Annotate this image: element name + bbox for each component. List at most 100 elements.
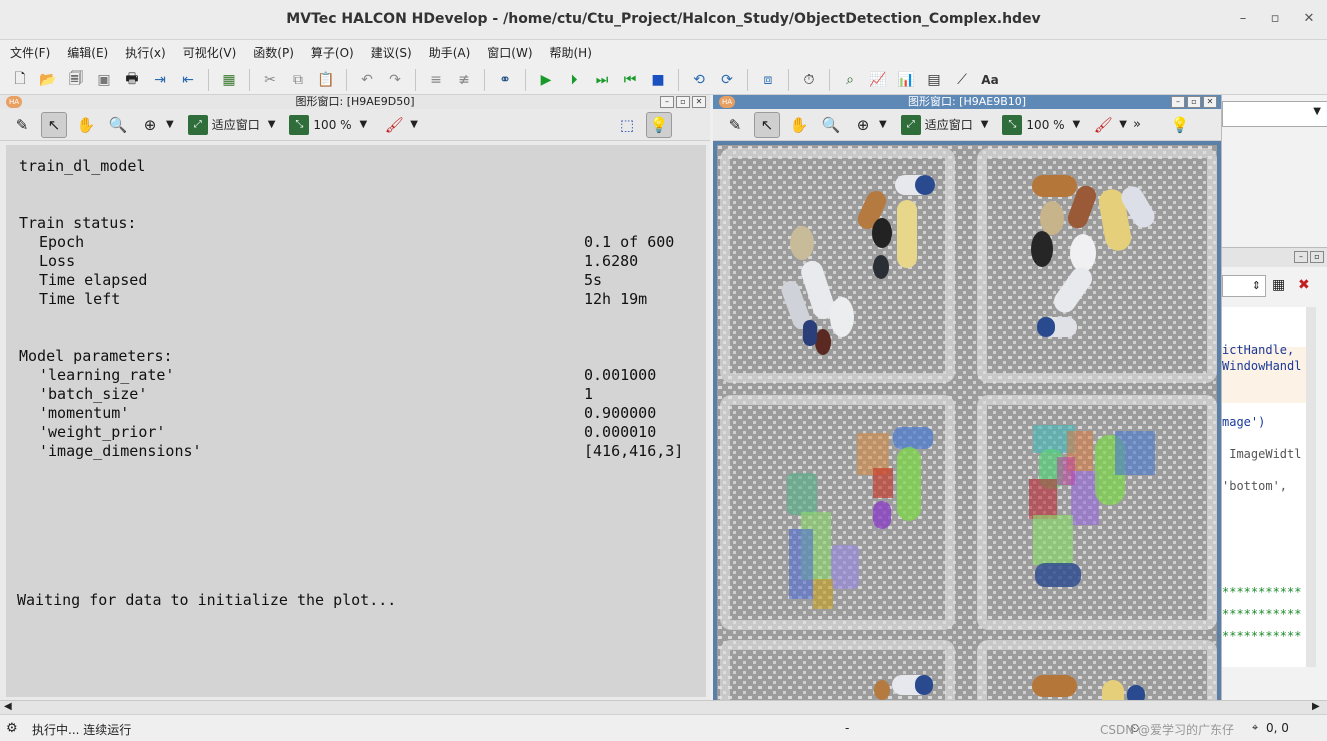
- edit-graphics-icon[interactable]: ✎: [9, 112, 35, 138]
- graphics-toolbar-right: ✎ ↖ ✋ 🔍 ⊕ ▼ ⤢ 适应窗口 ▼ ⤡ 100 % ▼ 🖌 ▼ » 💡: [713, 109, 1221, 141]
- run-icon[interactable]: ▶: [535, 69, 557, 91]
- cursor-icon: ⌖: [1252, 721, 1259, 734]
- cut-icon[interactable]: ✂: [259, 69, 281, 91]
- calendar-icon[interactable]: ▦: [1272, 277, 1285, 293]
- paste-icon[interactable]: 📋: [315, 69, 337, 91]
- scroll-right-icon[interactable]: ▶: [1312, 701, 1320, 712]
- menu-assistants[interactable]: 助手(A): [429, 44, 471, 61]
- menu-window[interactable]: 窗口(W): [487, 44, 532, 61]
- import-icon[interactable]: ⇤: [177, 69, 199, 91]
- magnify-icon[interactable]: 🔍: [105, 112, 131, 138]
- pan-hand-icon[interactable]: ✋: [786, 112, 812, 138]
- param-weight-prior-label: 'weight_prior': [39, 423, 166, 441]
- pointer-icon[interactable]: ↖: [754, 111, 780, 138]
- properties-icon[interactable]: ▦: [218, 69, 240, 91]
- menu-execute[interactable]: 执行(x): [125, 44, 165, 61]
- zoom-icon[interactable]: ⊕: [137, 112, 163, 138]
- lightbulb-icon[interactable]: 💡: [1167, 112, 1193, 138]
- cursor-coords: 0, 0: [1266, 721, 1289, 735]
- reset-program-icon[interactable]: ⟳: [716, 69, 738, 91]
- close-icon[interactable]: ✕: [692, 96, 706, 108]
- menu-edit[interactable]: 编辑(E): [67, 44, 108, 61]
- maximize-icon[interactable]: ▫: [1266, 10, 1284, 28]
- lightbulb-icon[interactable]: 💡: [645, 111, 672, 138]
- open-recent-icon[interactable]: 🗐: [65, 69, 87, 91]
- chevron-down-icon[interactable]: ▼: [166, 119, 174, 130]
- magnify-icon[interactable]: 🔍: [818, 112, 844, 138]
- chevron-down-icon[interactable]: ▼: [410, 119, 418, 130]
- horizontal-scrollbar[interactable]: ◀ ▶: [0, 700, 1327, 714]
- inspect-icon[interactable]: ⌕: [839, 69, 861, 91]
- param-momentum-value: 0.900000: [584, 404, 657, 422]
- minimize-icon[interactable]: –: [660, 96, 674, 108]
- edit-graphics-icon[interactable]: ✎: [722, 112, 748, 138]
- zoom-icon[interactable]: ⊕: [850, 112, 876, 138]
- param-learning-rate-label: 'learning_rate': [39, 366, 175, 384]
- loss-label: Loss: [39, 252, 76, 270]
- toolbar-overflow-icon[interactable]: »: [1133, 117, 1141, 132]
- step-over-icon[interactable]: ⏵: [563, 69, 585, 91]
- minimize-icon[interactable]: –: [1294, 251, 1308, 263]
- menu-visualize[interactable]: 可视化(V): [183, 44, 237, 61]
- step-out-icon[interactable]: ⏮: [619, 69, 641, 91]
- step-into-icon[interactable]: ⏭: [591, 69, 613, 91]
- export-icon[interactable]: ⇥: [149, 69, 171, 91]
- minimize-icon[interactable]: –: [1171, 96, 1185, 108]
- scroll-left-icon[interactable]: ◀: [4, 701, 12, 712]
- zoom-dropdown[interactable]: ⤡ 100 % ▼: [1002, 114, 1080, 135]
- save-icon[interactable]: ▣: [93, 69, 115, 91]
- maximize-icon[interactable]: ▫: [1310, 251, 1324, 263]
- param-weight-prior-value: 0.000010: [584, 423, 657, 441]
- code-view[interactable]: ictHandle, WindowHandl mage') ImageWidtl…: [1222, 307, 1306, 667]
- ocr-icon[interactable]: Aa: [979, 69, 1001, 91]
- copy-icon[interactable]: ⧉: [287, 69, 309, 91]
- editor-scrollbar[interactable]: [1306, 307, 1316, 667]
- code-line: ***********: [1222, 629, 1302, 643]
- menu-operators[interactable]: 算子(O): [311, 44, 354, 61]
- pan-hand-icon[interactable]: ✋: [73, 112, 99, 138]
- graphics-toolbar-left: ✎ ↖ ✋ 🔍 ⊕ ▼ ⤢ 适应窗口 ▼ ⤡ 100 % ▼ 🖌 ▼ ⬚ 💡: [0, 109, 710, 141]
- detection-image[interactable]: [717, 145, 1217, 700]
- comment-icon[interactable]: ≡: [425, 69, 447, 91]
- menu-help[interactable]: 帮助(H): [550, 44, 592, 61]
- print-icon[interactable]: 🖶: [121, 69, 143, 91]
- procedure-combo[interactable]: ⇕: [1222, 275, 1266, 297]
- menu-suggestions[interactable]: 建议(S): [371, 44, 412, 61]
- histogram-icon[interactable]: 📊: [895, 69, 917, 91]
- color-brush-icon[interactable]: 🖌: [381, 112, 407, 138]
- roi-icon[interactable]: ⬚: [614, 112, 640, 138]
- clear-icon[interactable]: ✖: [1298, 277, 1310, 293]
- menu-file[interactable]: 文件(F): [10, 44, 50, 61]
- close-icon[interactable]: ✕: [1203, 96, 1217, 108]
- fit-window-dropdown[interactable]: ⤢ 适应窗口 ▼: [900, 114, 989, 135]
- feature-inspection-icon[interactable]: ▤: [923, 69, 945, 91]
- stop-icon[interactable]: ■: [647, 69, 669, 91]
- open-folder-icon[interactable]: 📂: [37, 69, 59, 91]
- undo-icon[interactable]: ↶: [356, 69, 378, 91]
- graphics-window-icon[interactable]: ⧈: [757, 69, 779, 91]
- minimize-icon[interactable]: –: [1234, 10, 1252, 28]
- fit-window-dropdown[interactable]: ⤢ 适应窗口 ▼: [187, 114, 275, 135]
- chevron-down-icon[interactable]: ▼: [1119, 119, 1127, 130]
- find-icon[interactable]: ⚭: [494, 69, 516, 91]
- maximize-icon[interactable]: ▫: [1187, 96, 1201, 108]
- operator-combo[interactable]: ▼: [1222, 101, 1327, 127]
- menu-functions[interactable]: 函数(P): [253, 44, 294, 61]
- maximize-icon[interactable]: ▫: [676, 96, 690, 108]
- uncomment-icon[interactable]: ≢: [453, 69, 475, 91]
- zoom-dropdown[interactable]: ⤡ 100 % ▼: [289, 114, 367, 135]
- reset-icon[interactable]: ⟲: [688, 69, 710, 91]
- console-header: train_dl_model: [19, 157, 146, 175]
- new-file-icon[interactable]: 🗋: [9, 69, 31, 91]
- time-left-label: Time left: [39, 290, 121, 308]
- color-brush-icon[interactable]: 🖌: [1090, 112, 1116, 138]
- redo-icon[interactable]: ↷: [384, 69, 406, 91]
- close-icon[interactable]: ✕: [1300, 10, 1318, 28]
- plot-icon[interactable]: ⟋: [951, 69, 973, 91]
- chevron-down-icon[interactable]: ▼: [879, 119, 887, 130]
- line-profile-icon[interactable]: 📈: [867, 69, 889, 91]
- chevron-down-icon: ▼: [980, 119, 989, 130]
- profiler-icon[interactable]: ⏱: [798, 69, 820, 91]
- pointer-icon[interactable]: ↖: [41, 111, 67, 138]
- code-line: ***********: [1222, 607, 1302, 621]
